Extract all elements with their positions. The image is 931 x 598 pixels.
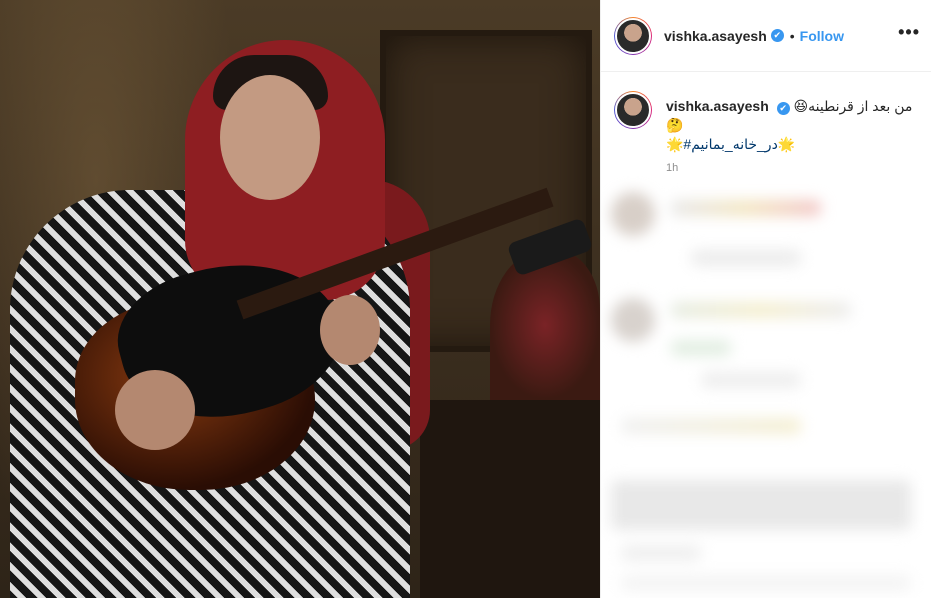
photo-hand-strumming	[115, 370, 195, 450]
more-options-icon[interactable]: •••	[898, 22, 920, 43]
avatar-image	[615, 17, 651, 54]
caption-hashtag[interactable]: 🌟#در_خانه_بمانیم🌟	[666, 135, 926, 154]
follow-button[interactable]: Follow	[800, 28, 844, 44]
verified-badge-icon: ✔	[770, 29, 784, 42]
photo-furniture	[420, 400, 600, 598]
comment-avatar	[611, 192, 655, 236]
comment-row	[621, 545, 701, 561]
comment-row	[621, 575, 911, 591]
comment-row	[671, 340, 731, 356]
caption-avatar[interactable]	[614, 91, 652, 129]
comment-row	[691, 250, 801, 266]
header-avatar[interactable]	[614, 16, 652, 55]
post-timestamp[interactable]: 1h	[666, 162, 678, 174]
verified-badge-icon: ✔	[776, 102, 790, 115]
photo-background-person	[490, 250, 600, 400]
comment-row	[611, 480, 911, 530]
photo-face	[220, 75, 320, 200]
post-photo[interactable]	[0, 0, 600, 598]
header-username[interactable]: vishka.asayesh	[664, 28, 767, 44]
comment-row	[671, 200, 821, 216]
post-header: vishka.asayesh ✔ • Follow •••	[601, 0, 931, 72]
comment-row	[671, 302, 851, 318]
comment-row	[621, 418, 801, 434]
comment-avatar	[611, 298, 655, 342]
post-side-panel: vishka.asayesh ✔ • Follow ••• vishka.asa…	[600, 0, 931, 598]
blurred-comments	[601, 180, 931, 598]
header-separator: •	[789, 27, 795, 44]
caption-username[interactable]: vishka.asayesh	[666, 98, 769, 114]
caption-text: vishka.asayesh ✔ من بعد از قرنطینه😆🤔 🌟#د…	[666, 97, 926, 154]
avatar-image	[615, 92, 651, 128]
comment-row	[701, 372, 801, 388]
photo-hand-fretting	[320, 295, 380, 365]
